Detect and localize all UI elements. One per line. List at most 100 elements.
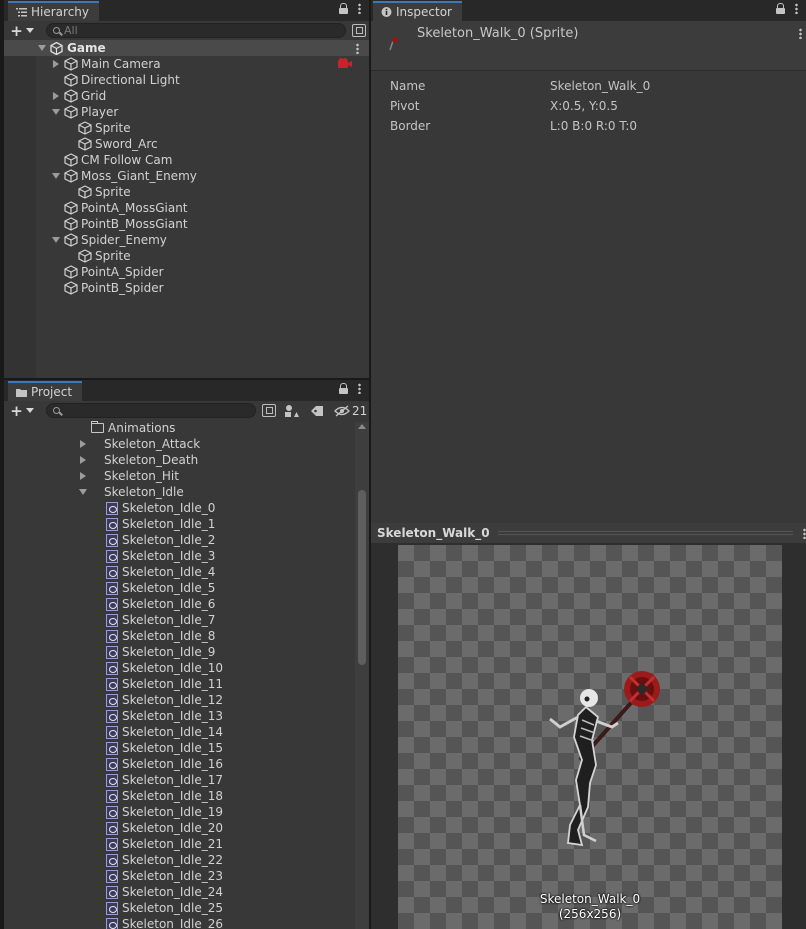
scene-row-game[interactable]: Game <box>4 40 369 56</box>
hierarchy-item[interactable]: Directional Light <box>4 72 369 88</box>
project-asset-row[interactable]: Skeleton_Idle_26 <box>4 916 355 929</box>
foldout-arrow-icon[interactable] <box>51 107 61 117</box>
project-asset-row[interactable]: Skeleton_Idle_4 <box>4 564 355 580</box>
hierarchy-item[interactable]: PointB_MossGiant <box>4 216 369 232</box>
hierarchy-item[interactable]: Sprite <box>4 248 369 264</box>
hierarchy-item[interactable]: Sword_Arc <box>4 136 369 152</box>
project-folder-label: Skeleton_Death <box>104 453 199 467</box>
hierarchy-item[interactable]: Sprite <box>4 184 369 200</box>
foldout-arrow-icon[interactable] <box>51 235 61 245</box>
list-icon <box>16 8 27 17</box>
hierarchy-item-label: Sword_Arc <box>95 137 158 151</box>
foldout-arrow-icon[interactable] <box>51 91 61 101</box>
project-asset-row[interactable]: Skeleton_Idle_0 <box>4 500 355 516</box>
kebab-menu-icon[interactable] <box>795 3 798 14</box>
project-asset-row[interactable]: Skeleton_Idle_20 <box>4 820 355 836</box>
project-scrollbar[interactable] <box>355 422 369 929</box>
hierarchy-item[interactable]: Moss_Giant_Enemy <box>4 168 369 184</box>
project-asset-row[interactable]: Skeleton_Idle_19 <box>4 804 355 820</box>
project-asset-row[interactable]: Skeleton_Idle_18 <box>4 788 355 804</box>
project-tab-controls <box>339 383 361 394</box>
lock-icon[interactable] <box>339 3 348 14</box>
preview-drag-handle[interactable] <box>497 531 793 535</box>
hierarchy-item[interactable]: Spider_Enemy <box>4 232 369 248</box>
filter-by-label-icon[interactable] <box>310 405 324 417</box>
project-asset-row[interactable]: Skeleton_Idle_10 <box>4 660 355 676</box>
hierarchy-item[interactable]: PointA_MossGiant <box>4 200 369 216</box>
foldout-arrow-icon[interactable] <box>37 43 47 53</box>
scrollbar-thumb[interactable] <box>358 490 366 665</box>
search-by-scene-button[interactable] <box>262 404 276 417</box>
foldout-arrow-icon[interactable] <box>51 171 61 181</box>
foldout-spacer <box>65 251 75 261</box>
gameobject-cube-icon <box>64 265 81 279</box>
hierarchy-item[interactable]: CM Follow Cam <box>4 152 369 168</box>
create-dropdown-button[interactable]: + <box>4 22 40 40</box>
foldout-arrow-icon[interactable] <box>78 439 88 449</box>
project-folder-row[interactable]: Skeleton_Attack <box>4 436 355 452</box>
project-folder-row[interactable]: Skeleton_Hit <box>4 468 355 484</box>
project-asset-row[interactable]: Skeleton_Idle_12 <box>4 692 355 708</box>
animation-clip-icon <box>106 757 118 771</box>
lock-icon[interactable] <box>776 3 785 14</box>
animation-clip-icon <box>106 517 118 531</box>
gameobject-cube-icon <box>64 57 81 71</box>
project-asset-row[interactable]: Skeleton_Idle_13 <box>4 708 355 724</box>
project-folder-row[interactable]: Skeleton_Death <box>4 452 355 468</box>
create-dropdown-button[interactable]: + <box>4 402 40 420</box>
folder-row-animations[interactable]: Animations <box>4 420 355 436</box>
hidden-packages-toggle[interactable]: 21 <box>334 404 367 418</box>
project-asset-row[interactable]: Skeleton_Idle_3 <box>4 548 355 564</box>
inspector-header-kebab-icon[interactable] <box>799 28 802 39</box>
hierarchy-item[interactable]: Grid <box>4 88 369 104</box>
hierarchy-item[interactable]: Player <box>4 104 369 120</box>
project-asset-row[interactable]: Skeleton_Idle_1 <box>4 516 355 532</box>
project-asset-row[interactable]: Skeleton_Idle_15 <box>4 740 355 756</box>
scene-search-mode-button[interactable] <box>352 24 366 37</box>
gameobject-cube-icon <box>64 281 81 295</box>
kebab-menu-icon[interactable] <box>358 383 361 394</box>
project-asset-row[interactable]: Skeleton_Idle_5 <box>4 580 355 596</box>
scroll-up-arrow-icon[interactable] <box>358 424 366 429</box>
foldout-arrow-icon[interactable] <box>78 487 88 497</box>
project-asset-row[interactable]: Skeleton_Idle_14 <box>4 724 355 740</box>
project-asset-label: Skeleton_Idle_7 <box>122 613 216 627</box>
hierarchy-item[interactable]: Sprite <box>4 120 369 136</box>
project-asset-row[interactable]: Skeleton_Idle_7 <box>4 612 355 628</box>
project-asset-row[interactable]: Skeleton_Idle_24 <box>4 884 355 900</box>
project-asset-row[interactable]: Skeleton_Idle_23 <box>4 868 355 884</box>
project-asset-row[interactable]: Skeleton_Idle_6 <box>4 596 355 612</box>
animation-clip-icon <box>106 821 118 835</box>
tab-project[interactable]: Project <box>8 381 83 401</box>
project-asset-row[interactable]: Skeleton_Idle_25 <box>4 900 355 916</box>
foldout-spacer <box>51 203 61 213</box>
inspector-field-row: Pivot X:0.5, Y:0.5 <box>371 96 806 116</box>
foldout-arrow-icon[interactable] <box>78 471 88 481</box>
tab-inspector-label: Inspector <box>396 5 452 19</box>
project-asset-row[interactable]: Skeleton_Idle_11 <box>4 676 355 692</box>
tab-hierarchy[interactable]: Hierarchy <box>8 1 100 21</box>
project-asset-row[interactable]: Skeleton_Idle_22 <box>4 852 355 868</box>
hierarchy-item[interactable]: Main Camera <box>4 56 369 72</box>
hierarchy-item[interactable]: PointA_Spider <box>4 264 369 280</box>
project-search-input[interactable] <box>46 403 256 418</box>
project-asset-row[interactable]: Skeleton_Idle_17 <box>4 772 355 788</box>
hierarchy-item[interactable]: PointB_Spider <box>4 280 369 296</box>
hierarchy-search-input[interactable]: All <box>46 23 346 38</box>
project-asset-row[interactable]: Skeleton_Idle_8 <box>4 628 355 644</box>
kebab-menu-icon[interactable] <box>358 3 361 14</box>
project-asset-row[interactable]: Skeleton_Idle_16 <box>4 756 355 772</box>
project-folder-row[interactable]: Skeleton_Idle <box>4 484 355 500</box>
project-asset-label: Skeleton_Idle_15 <box>122 741 224 755</box>
hierarchy-item-label: PointB_MossGiant <box>81 217 188 231</box>
filter-by-type-icon[interactable] <box>284 404 300 418</box>
search-icon <box>53 27 60 34</box>
tab-inspector[interactable]: Inspector <box>373 1 462 21</box>
project-asset-row[interactable]: Skeleton_Idle_21 <box>4 836 355 852</box>
project-asset-row[interactable]: Skeleton_Idle_2 <box>4 532 355 548</box>
lock-icon[interactable] <box>339 383 348 394</box>
foldout-arrow-icon[interactable] <box>78 455 88 465</box>
foldout-arrow-icon[interactable] <box>51 59 61 69</box>
project-asset-row[interactable]: Skeleton_Idle_9 <box>4 644 355 660</box>
scene-kebab-icon[interactable] <box>356 43 359 54</box>
